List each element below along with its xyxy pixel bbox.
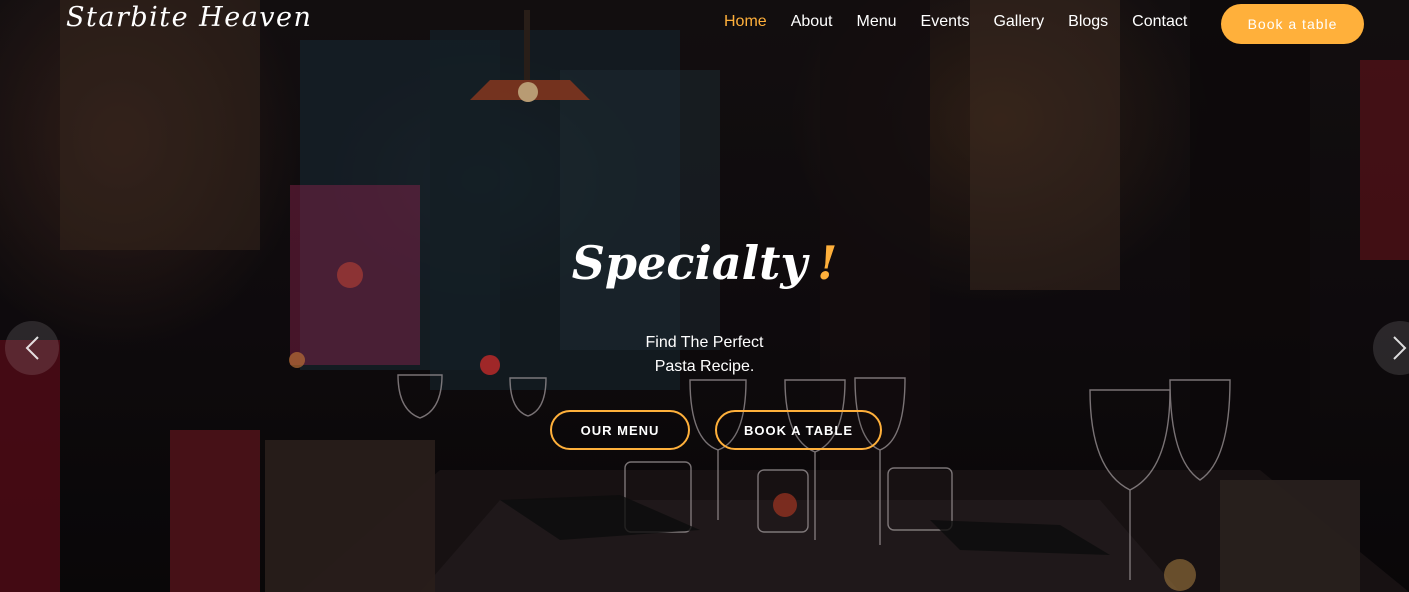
main-nav: Home About Menu Events Gallery Blogs Con… bbox=[724, 13, 1211, 31]
hero-headline-mark: ! bbox=[817, 236, 838, 290]
nav-item-blogs[interactable]: Blogs bbox=[1068, 13, 1108, 31]
hero-book-a-table-button[interactable]: BOOK A TABLE bbox=[715, 410, 882, 450]
site-header: Starbite Heaven Home About Menu Events G… bbox=[0, 0, 1409, 48]
our-menu-button[interactable]: OUR MENU bbox=[550, 410, 690, 450]
hero-section bbox=[0, 0, 1409, 592]
brand-logo[interactable]: Starbite Heaven bbox=[66, 2, 312, 33]
hero-headline-text: Specialty bbox=[571, 236, 808, 290]
nav-item-events[interactable]: Events bbox=[921, 13, 970, 31]
nav-item-contact[interactable]: Contact bbox=[1132, 13, 1187, 31]
nav-item-about[interactable]: About bbox=[791, 13, 833, 31]
hero-subtitle-line-1: Find The Perfect bbox=[645, 334, 764, 351]
chevron-right-icon bbox=[1393, 336, 1407, 360]
hero-subtitle-line-2: Pasta Recipe. bbox=[654, 358, 755, 375]
chevron-left-icon bbox=[25, 336, 39, 360]
nav-item-menu[interactable]: Menu bbox=[857, 13, 897, 31]
book-a-table-button[interactable]: Book a table bbox=[1221, 4, 1364, 44]
carousel-prev-button[interactable] bbox=[5, 321, 59, 375]
hero-headline: Specialty! bbox=[0, 236, 1409, 290]
nav-item-home[interactable]: Home bbox=[724, 13, 767, 31]
hero-dark-overlay bbox=[0, 0, 1409, 592]
carousel-next-button[interactable] bbox=[1373, 321, 1409, 375]
nav-item-gallery[interactable]: Gallery bbox=[993, 13, 1044, 31]
